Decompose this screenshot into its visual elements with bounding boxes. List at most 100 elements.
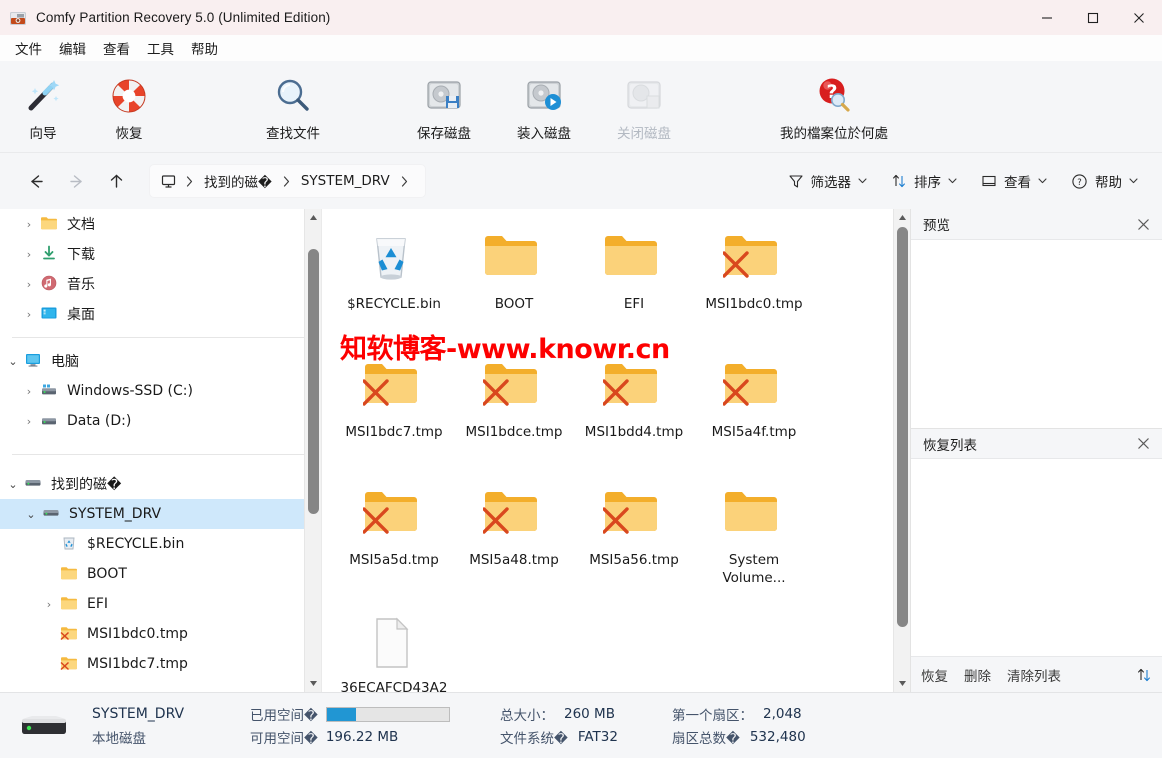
file-item-efi[interactable]: EFI (574, 223, 694, 351)
chevron-right-icon[interactable]: › (38, 598, 60, 611)
menu-file[interactable]: 文件 (8, 36, 49, 60)
close-icon[interactable] (1133, 437, 1154, 450)
up-arrow-icon[interactable] (99, 164, 133, 198)
recover-button[interactable]: 恢复 (921, 665, 948, 685)
chevron-right-icon[interactable]: › (18, 308, 40, 321)
sidebar-item-msi1bdc7[interactable]: MSI1bdc7.tmp (0, 649, 321, 679)
sidebar-item-documents[interactable]: › 文档 (0, 209, 321, 239)
toolbar-wizard-button[interactable]: 向导 (0, 70, 86, 142)
music-icon (40, 275, 60, 293)
breadcrumb-separator (394, 175, 415, 187)
help-button[interactable]: ? 帮助 (1063, 164, 1146, 198)
sidebar-label: 桌面 (67, 307, 95, 323)
close-icon[interactable] (1133, 218, 1154, 231)
monitor-icon[interactable] (160, 173, 177, 190)
file-item-msi1bdd4[interactable]: MSI1bdd4.tmp (574, 351, 694, 479)
file-item-hashfile[interactable]: 36ECAFCD43A2495b82517... (334, 607, 454, 692)
chevron-right-icon[interactable]: › (18, 218, 40, 231)
scroll-down-icon[interactable] (894, 675, 910, 692)
toolbar-findfiles-button[interactable]: 查找文件 (250, 70, 336, 142)
toolbar-wheremyfiles-button[interactable]: ? 我的檔案位於何處 (744, 70, 924, 142)
download-icon (40, 245, 60, 263)
sidebar-item-computer[interactable]: ⌄ 电脑 (0, 346, 321, 376)
menu-edit[interactable]: 编辑 (52, 36, 93, 60)
sidebar-item-data-d[interactable]: › Data (D:) (0, 406, 321, 436)
file-item-msi5a5d[interactable]: MSI5a5d.tmp (334, 479, 454, 607)
sidebar-item-efi[interactable]: › EFI (0, 589, 321, 619)
chevron-right-icon[interactable]: › (18, 248, 40, 261)
chevron-right-icon[interactable]: › (18, 415, 40, 428)
svg-text:?: ? (1077, 178, 1082, 188)
menu-view[interactable]: 查看 (96, 36, 137, 60)
filter-button[interactable]: 筛选器 (780, 164, 876, 198)
folder-deleted-icon (603, 487, 665, 545)
recovery-list-body[interactable] (911, 459, 1162, 656)
sidebar-item-desktop[interactable]: › 桌面 (0, 299, 321, 329)
recycle-small-icon (60, 535, 80, 553)
toolbar-wizard-label: 向导 (29, 126, 57, 142)
toolbar-mountdisk-button[interactable]: 装入磁盘 (494, 70, 594, 142)
status-volume-info: SYSTEM_DRV 本地磁盘 (92, 703, 250, 749)
forward-arrow-icon[interactable] (59, 164, 93, 198)
minimize-button[interactable] (1024, 0, 1070, 35)
sidebar-item-downloads[interactable]: › 下载 (0, 239, 321, 269)
chevron-down-icon[interactable]: ⌄ (2, 355, 24, 368)
sidebar-scrollbar[interactable] (304, 209, 321, 692)
chevron-down-icon (1129, 178, 1138, 184)
sidebar-label: MSI1bdc7.tmp (87, 656, 188, 672)
breadcrumb-item-system-drv[interactable]: SYSTEM_DRV (297, 173, 394, 189)
folder-icon (40, 215, 60, 233)
breadcrumb[interactable]: 找到的磁� SYSTEM_DRV (149, 164, 426, 198)
toolbar-savedisk-button[interactable]: 保存磁盘 (394, 70, 494, 142)
scroll-down-icon[interactable] (305, 675, 321, 692)
status-first-sector-label: 第一个扇区： (672, 708, 753, 724)
file-item-msi5a56[interactable]: MSI5a56.tmp (574, 479, 694, 607)
close-button[interactable] (1116, 0, 1162, 35)
sidebar-item-music[interactable]: › 音乐 (0, 269, 321, 299)
menu-tools[interactable]: 工具 (140, 36, 181, 60)
sidebar-scrollbar-thumb[interactable] (308, 249, 319, 514)
delete-button[interactable]: 删除 (964, 665, 991, 685)
file-item-recycle-bin[interactable]: $RECYCLE.bin (334, 223, 454, 351)
chevron-right-icon[interactable]: › (18, 385, 40, 398)
file-label: MSI1bdce.tmp (465, 424, 563, 440)
chevron-down-icon[interactable]: ⌄ (2, 478, 24, 491)
sidebar-label: Windows-SSD (C:) (67, 383, 193, 399)
disk-mount-icon (522, 74, 566, 118)
chevron-right-icon[interactable]: › (18, 278, 40, 291)
file-item-system-volume[interactable]: System Volume... (694, 479, 814, 607)
file-item-msi1bdc7[interactable]: MSI1bdc7.tmp (334, 351, 454, 479)
sort-icon[interactable] (1136, 667, 1152, 683)
application-window: Comfy Partition Recovery 5.0 (Unlimited … (0, 0, 1162, 758)
scroll-up-icon[interactable] (305, 209, 321, 226)
filepane-scrollbar-thumb[interactable] (897, 227, 908, 627)
view-button[interactable]: 查看 (973, 164, 1055, 198)
back-arrow-icon[interactable] (19, 164, 53, 198)
menu-help[interactable]: 帮助 (184, 36, 225, 60)
sidebar-item-recycle-bin[interactable]: $RECYCLE.bin (0, 529, 321, 559)
sidebar-item-found-disks[interactable]: ⌄ 找到的磁� (0, 469, 321, 499)
filter-label: 筛选器 (810, 175, 852, 191)
file-item-msi1bdce[interactable]: MSI1bdce.tmp (454, 351, 574, 479)
folder-deleted-icon (60, 655, 80, 673)
window-controls (1024, 0, 1162, 35)
sidebar-item-system-drv[interactable]: ⌄ SYSTEM_DRV (0, 499, 321, 529)
chevron-down-icon[interactable]: ⌄ (20, 508, 42, 521)
maximize-button[interactable] (1070, 0, 1116, 35)
file-item-msi5a4f[interactable]: MSI5a4f.tmp (694, 351, 814, 479)
sidebar-item-boot[interactable]: BOOT (0, 559, 321, 589)
breadcrumb-item-found-disks[interactable]: 找到的磁� (200, 171, 276, 191)
sort-button[interactable]: 排序 (883, 164, 965, 198)
file-item-msi1bdc0[interactable]: MSI1bdc0.tmp (694, 223, 814, 351)
toolbar-closedisk-button[interactable]: 关闭磁盘 (594, 70, 694, 142)
sidebar-item-windows-ssd-c[interactable]: › Windows-SSD (C:) (0, 376, 321, 406)
filter-icon (788, 173, 804, 189)
sidebar-item-msi1bdc0[interactable]: MSI1bdc0.tmp (0, 619, 321, 649)
file-label: System Volume... (722, 552, 786, 586)
toolbar-recover-button[interactable]: 恢复 (86, 70, 172, 142)
filepane-scrollbar[interactable] (893, 209, 910, 692)
clear-list-button[interactable]: 清除列表 (1007, 665, 1061, 685)
file-item-msi5a48[interactable]: MSI5a48.tmp (454, 479, 574, 607)
scroll-up-icon[interactable] (894, 209, 910, 226)
file-item-boot[interactable]: BOOT (454, 223, 574, 351)
